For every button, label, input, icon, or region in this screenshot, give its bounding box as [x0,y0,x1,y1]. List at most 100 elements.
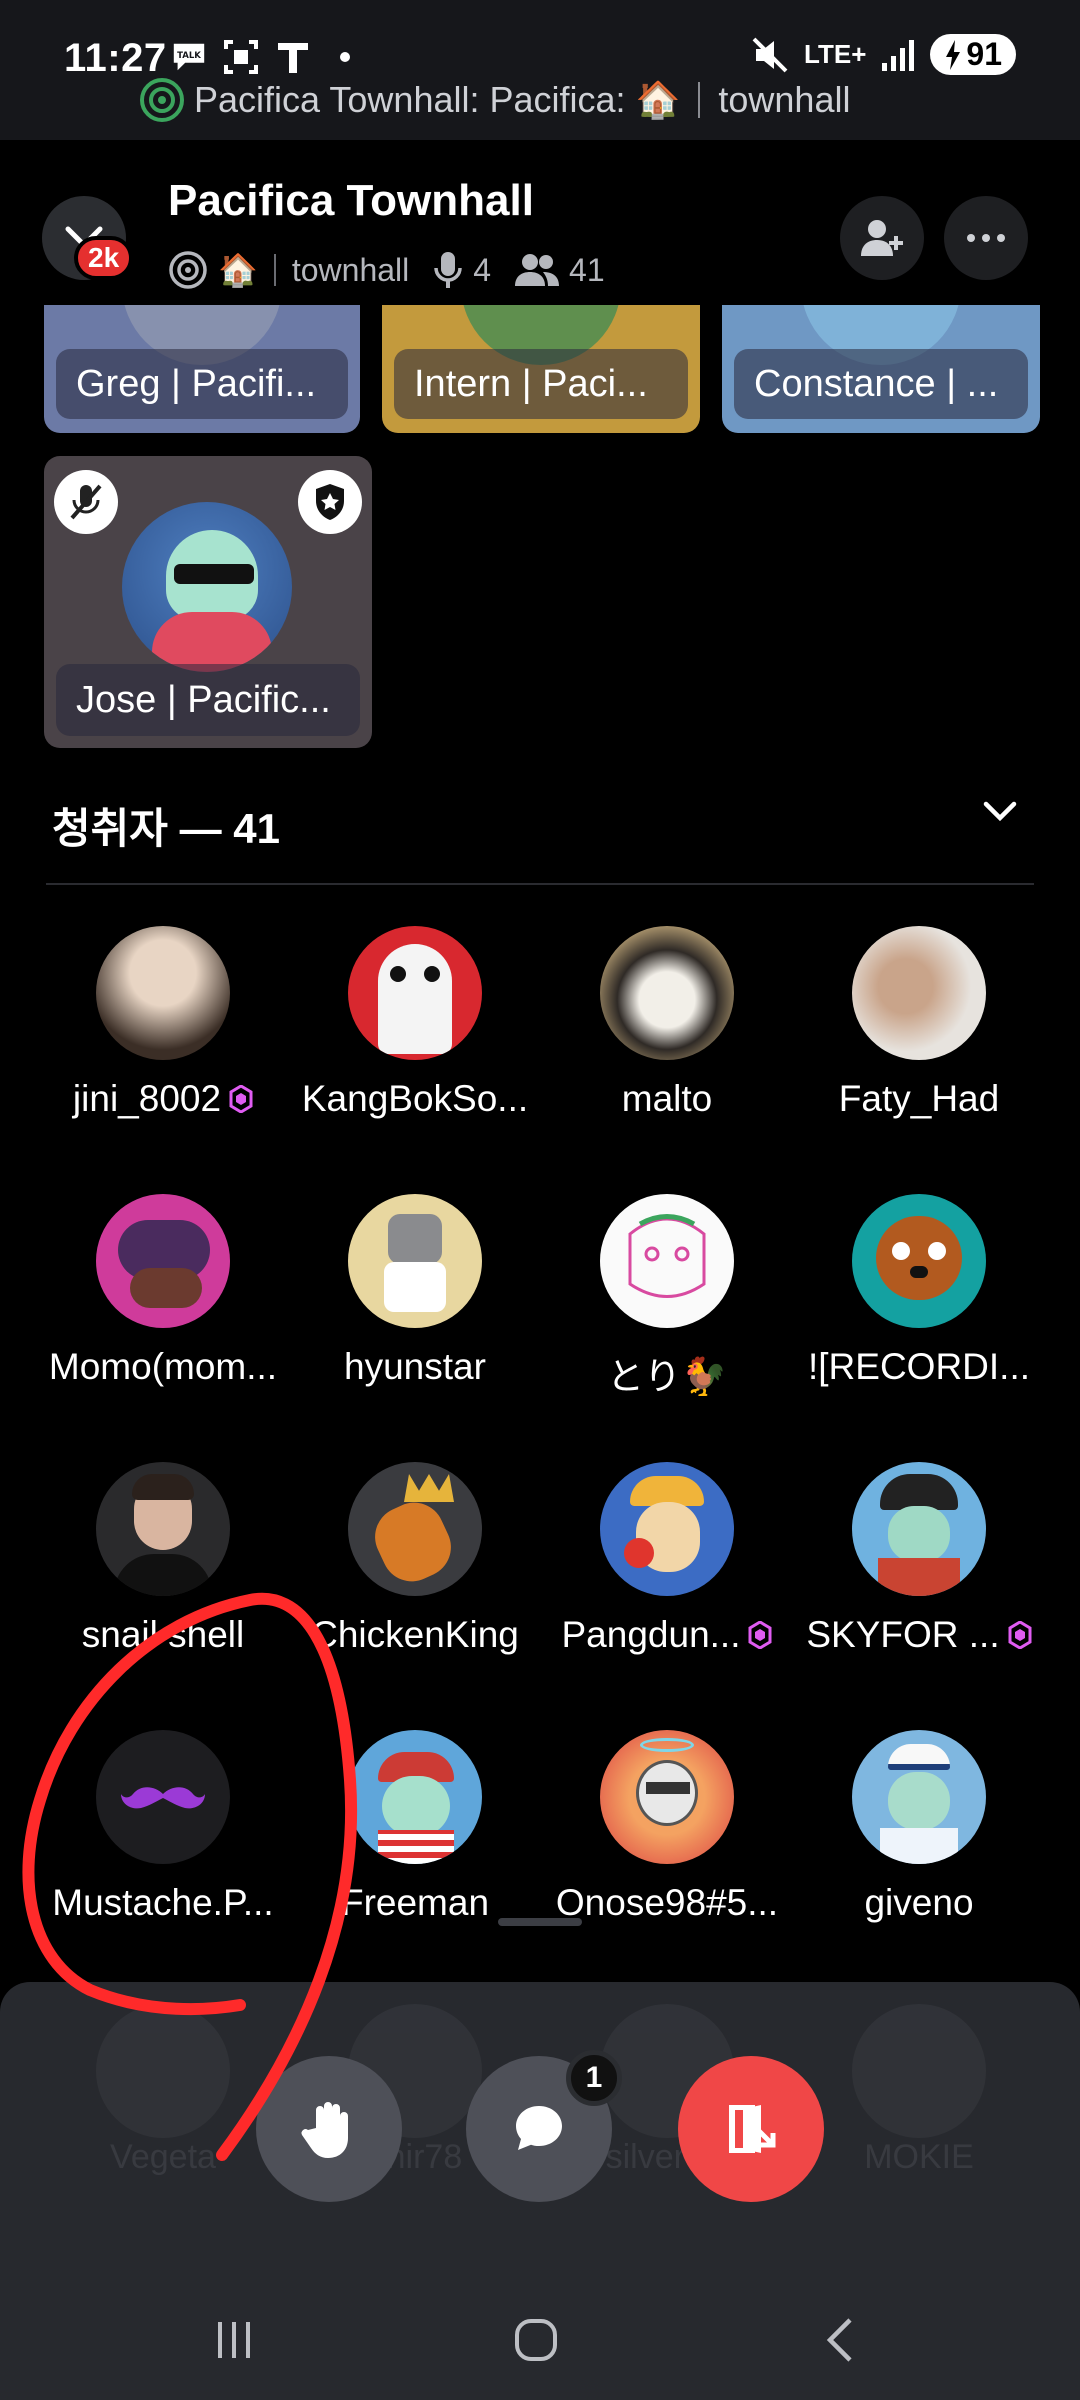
leave-stage-button[interactable] [678,2056,824,2202]
listener-name: jini_8002 [72,1078,222,1119]
avatar [852,1462,986,1596]
avatar [348,1462,482,1596]
listener[interactable]: Pangdun... [542,1462,792,1656]
talk-icon: TALK [170,38,208,76]
listener-name: malto [621,1078,713,1119]
call-channel: townhall [718,79,851,120]
listener-name: KangBokSo... [301,1078,529,1119]
listener-name: giveno [864,1882,974,1923]
listener[interactable]: hyunstar [290,1194,540,1388]
members-count: 41 [569,251,605,288]
listener[interactable]: Onose98#5... [542,1730,792,1924]
speakers-count: 4 [473,251,492,288]
speaker-tile[interactable]: Intern | Paci... [382,305,700,433]
listener-name: Pangdun... [561,1614,741,1655]
stage-icon [169,251,207,289]
listener[interactable]: malto [542,926,792,1120]
speaker-name: Constance | ... [734,349,1028,419]
chat-bubble-icon [516,2106,562,2150]
status-left-icons: TALK [170,38,364,76]
avatar [96,1730,230,1864]
scroll-handle [498,1918,582,1926]
speaker-tile[interactable]: Jose | Pacific... [44,456,372,748]
speaker-tile[interactable]: Constance | ... [722,305,1040,433]
stage-info: 🏠 townhall 4 41 [168,250,605,290]
section-divider [46,883,1034,885]
raise-hand-button[interactable] [256,2056,402,2202]
avatar [348,1730,482,1864]
listeners-section-title: 청취자 — 41 [52,805,280,852]
members-icon [515,254,560,286]
voice-call-icon [140,78,184,122]
avatar [852,1730,986,1864]
speaker-name: Intern | Paci... [394,349,688,419]
nitro-gem-icon [229,1085,253,1113]
listener-name: Freeman [340,1882,490,1923]
divider [698,82,701,118]
mute-icon [752,37,788,72]
listener-name: hyunstar [344,1346,486,1387]
speaker-name: Jose | Pacific... [56,664,360,736]
lte-label: LTE+ [804,39,867,69]
listener-name: ![RECORDI... [807,1346,1031,1387]
avatar [348,1194,482,1328]
avatar [852,1194,986,1328]
listener: MOKIE [852,2004,986,2177]
notification-badge: 2k [74,236,134,280]
listener[interactable]: Freeman [290,1730,540,1924]
invite-button[interactable] [840,196,924,280]
recents-icon [218,2322,250,2358]
avatar [852,926,986,1060]
listener[interactable]: snail shell [38,1462,288,1656]
listener[interactable]: giveno [794,1730,1044,1924]
ongoing-call-bar[interactable]: Pacifica Townhall: Pacifica: 🏠 townhall [140,78,850,122]
listener[interactable]: とり🐓 [542,1194,792,1400]
listener[interactable]: ![RECORDI... [794,1194,1044,1388]
listener-name: Momo(mom... [48,1346,278,1387]
speaker-tile[interactable]: Greg | Pacifi... [44,305,360,433]
listener[interactable]: SKYFOR ... [794,1462,1044,1656]
back-chevron-icon [826,2318,852,2362]
avatar [122,502,292,672]
screenshot-icon [222,38,260,76]
dot-icon [326,38,364,76]
house-emoji: 🏠 [218,252,258,288]
listener[interactable]: jini_8002 [38,926,288,1120]
battery-level: 91 [966,36,1002,72]
listener[interactable]: ChickenKing [290,1462,540,1656]
moderator-badge-icon [298,470,362,534]
avatar [96,1462,230,1596]
more-icon [967,234,1005,242]
listener-name: Faty_Had [838,1078,1000,1119]
recent-apps-button[interactable] [164,2280,304,2400]
listener-name: MOKIE [864,2138,974,2176]
avatar [600,1462,734,1596]
listener[interactable]: KangBokSo... [290,926,540,1120]
avatar [96,1194,230,1328]
listener[interactable]: Mustache.P... [38,1730,288,1924]
home-button[interactable] [466,2280,606,2400]
svg-text:TALK: TALK [177,51,201,61]
status-right: LTE+ 91 [750,34,1016,75]
collapse-listeners-button[interactable] [982,800,1018,829]
chevron-down-icon [983,801,1017,822]
channel-name: townhall [291,251,410,288]
mic-muted-icon [54,470,118,534]
nitro-gem-icon [1008,1621,1032,1649]
t-icon [274,38,312,76]
hand-icon [301,2102,348,2158]
listener[interactable]: Faty_Had [794,926,1044,1120]
chat-unread-badge: 1 [566,2050,622,2106]
add-user-icon [861,220,903,256]
listener-name: とり🐓 [606,1356,728,1397]
listener-name: ChickenKing [311,1614,519,1655]
nitro-gem-icon [748,1621,772,1649]
more-options-button[interactable] [944,196,1028,280]
listener[interactable]: Momo(mom... [38,1194,288,1388]
mustache-icon [121,1787,205,1809]
back-button[interactable] [770,2280,910,2400]
page-title: Pacifica Townhall [168,176,534,225]
microphone-icon [434,252,462,288]
status-time: 11:27 [64,36,167,80]
call-text: Pacifica Townhall: Pacifica: 🏠 [194,79,681,120]
